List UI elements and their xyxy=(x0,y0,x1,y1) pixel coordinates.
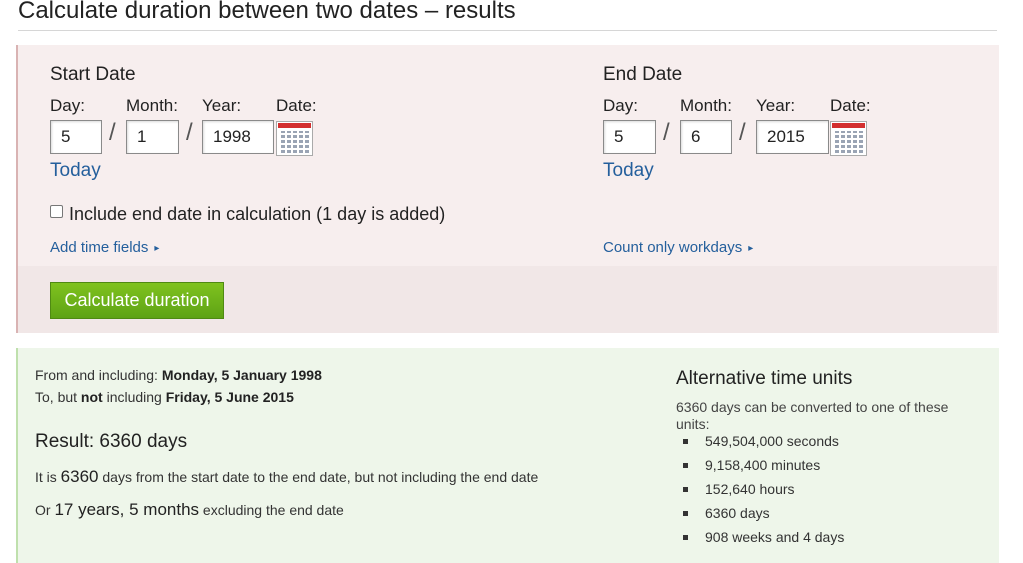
sentence-days: 6360 xyxy=(60,467,99,486)
include-end-date-option[interactable]: Include end date in calculation (1 day i… xyxy=(50,204,445,225)
end-slash-2: / xyxy=(739,119,746,146)
or-suffix: excluding the end date xyxy=(199,502,344,518)
start-day-label: Day: xyxy=(50,96,85,115)
to-line: To, but not including Friday, 5 June 201… xyxy=(35,389,294,405)
page-title: Calculate duration between two dates – r… xyxy=(18,0,516,24)
end-day-label: Day: xyxy=(603,96,638,115)
end-month-label: Month: xyxy=(680,96,732,115)
start-year-input[interactable] xyxy=(202,120,274,154)
start-month-input[interactable] xyxy=(126,120,179,154)
list-item: 549,504,000 seconds xyxy=(683,432,844,456)
start-today-link[interactable]: Today xyxy=(50,160,101,182)
result-heading: Result: 6360 days xyxy=(35,431,188,452)
list-item: 908 weeks and 4 days xyxy=(683,528,844,552)
triangle-right-icon: ▸ xyxy=(154,243,160,254)
include-end-date-label: Include end date in calculation (1 day i… xyxy=(69,204,446,224)
add-time-fields-link[interactable]: Add time fields ▸ xyxy=(50,239,159,256)
calculate-duration-button[interactable]: Calculate duration xyxy=(50,282,224,319)
end-today-link[interactable]: Today xyxy=(603,160,654,182)
from-prefix: From and including: xyxy=(35,367,162,383)
start-day-input[interactable] xyxy=(50,120,102,154)
include-end-date-checkbox[interactable] xyxy=(50,205,63,218)
count-workdays-link[interactable]: Count only workdays ▸ xyxy=(603,239,753,256)
sentence-prefix: It is xyxy=(35,469,61,485)
to-middle: including xyxy=(102,389,166,405)
or-duration: 17 years, 5 months xyxy=(54,500,200,519)
from-line: From and including: Monday, 5 January 19… xyxy=(35,367,322,383)
alternative-units-heading: Alternative time units xyxy=(676,368,853,389)
end-date-heading: End Date xyxy=(603,64,683,85)
title-divider xyxy=(18,30,997,31)
end-year-label: Year: xyxy=(756,96,796,115)
from-date: Monday, 5 January 1998 xyxy=(161,367,322,383)
result-alternative-sentence: Or 17 years, 5 months excluding the end … xyxy=(35,500,344,520)
start-month-label: Month: xyxy=(126,96,178,115)
end-day-input[interactable] xyxy=(603,120,656,154)
sentence-suffix: days from the start date to the end date… xyxy=(98,469,539,485)
list-item: 6360 days xyxy=(683,504,844,528)
list-item: 152,640 hours xyxy=(683,480,844,504)
start-slash-1: / xyxy=(109,119,116,146)
to-prefix: To, but xyxy=(35,389,81,405)
triangle-right-icon: ▸ xyxy=(748,243,754,254)
alternative-units-description: 6360 days can be converted to one of the… xyxy=(676,399,949,432)
to-date: Friday, 5 June 2015 xyxy=(165,389,294,405)
end-calendar-icon[interactable] xyxy=(830,121,867,156)
start-year-label: Year: xyxy=(202,96,242,115)
end-date-label: Date: xyxy=(830,96,871,115)
or-prefix: Or xyxy=(35,502,55,518)
count-workdays-label: Count only workdays xyxy=(603,239,743,256)
start-date-heading: Start Date xyxy=(50,64,136,85)
to-not: not xyxy=(80,389,103,405)
end-month-input[interactable] xyxy=(680,120,732,154)
start-slash-2: / xyxy=(186,119,193,146)
end-slash-1: / xyxy=(663,119,670,146)
list-item: 9,158,400 minutes xyxy=(683,456,844,480)
start-calendar-icon[interactable] xyxy=(276,121,313,156)
start-date-label: Date: xyxy=(276,96,317,115)
add-time-fields-label: Add time fields xyxy=(50,239,149,256)
result-sentence: It is 6360 days from the start date to t… xyxy=(35,467,538,487)
alternative-units-list: 549,504,000 seconds 9,158,400 minutes 15… xyxy=(683,432,844,552)
end-year-input[interactable] xyxy=(756,120,829,154)
